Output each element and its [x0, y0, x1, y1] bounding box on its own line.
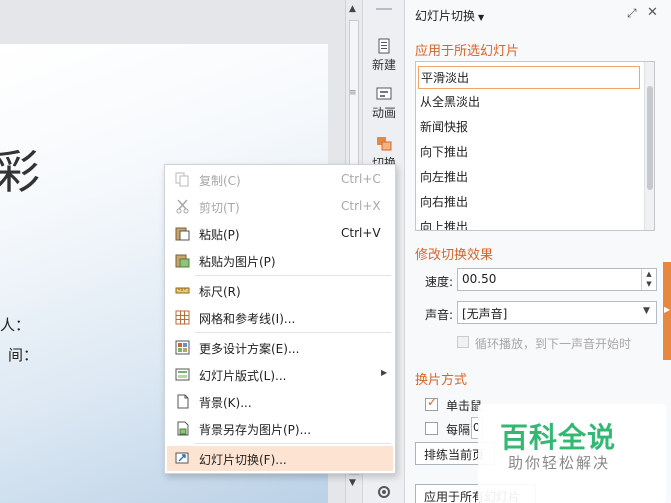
menu-item-label: 背景另存为图片(P)...	[199, 423, 312, 437]
menu-separator	[195, 443, 391, 444]
slide-title-text: 彩	[0, 145, 40, 199]
chevron-down-icon: ▼	[478, 13, 485, 22]
list-scrollbar-thumb[interactable]	[647, 86, 653, 190]
speed-input[interactable]: 00.50	[457, 268, 657, 291]
slide-transition-icon	[175, 452, 189, 464]
menu-item-label: 幻灯片切换(F)...	[199, 453, 287, 467]
list-item[interactable]: 新闻快报	[418, 116, 640, 139]
tab-new-label: 新建	[371, 58, 396, 72]
paste-as-picture-icon	[175, 254, 190, 268]
transition-list[interactable]: 平滑淡出 从全黑淡出 新闻快报 向下推出 向左推出 向右推出 向上推出	[415, 61, 655, 231]
pane-title[interactable]: 幻灯片切换 ▼	[415, 7, 484, 24]
menu-item-grid[interactable]: 网格和参考线(I)...	[167, 305, 393, 330]
close-icon[interactable]: ✕	[647, 5, 658, 20]
menu-item-more-designs[interactable]: 更多设计方案(E)...	[167, 335, 393, 360]
menu-item-shortcut: Ctrl+V	[341, 226, 381, 240]
menu-item-cut[interactable]: 剪切(T) Ctrl+X	[167, 194, 393, 219]
menu-item-label: 复制(C)	[199, 174, 241, 188]
on-click-label: 单击鼠	[446, 399, 483, 413]
grip-icon: ≡	[349, 88, 357, 98]
check-icon: ✓	[427, 395, 438, 409]
menu-item-paste[interactable]: 粘贴(P) Ctrl+V	[167, 221, 393, 246]
loop-label: 循环播放，到下一声音开始时	[475, 337, 632, 351]
menu-item-label: 粘贴(P)	[199, 228, 240, 242]
list-item[interactable]: 向下推出	[418, 141, 640, 164]
transition-icon	[377, 137, 392, 151]
menu-item-label: 背景(K)...	[199, 396, 252, 410]
tab-animation-label: 动画	[371, 106, 396, 120]
advance-header: 换片方式	[415, 373, 468, 388]
settings-icon	[378, 486, 390, 498]
context-menu: 复制(C) Ctrl+C 剪切(T) Ctrl+X 粘贴(P) Ctrl+V 粘…	[164, 164, 396, 474]
animation-icon	[376, 87, 392, 100]
menu-item-label: 更多设计方案(E)...	[199, 342, 300, 356]
menu-item-label: 幻灯片版式(L)...	[199, 369, 287, 383]
loop-checkbox[interactable]	[457, 336, 469, 348]
menu-item-ruler[interactable]: 标尺(R)	[167, 278, 393, 303]
paste-icon	[175, 227, 190, 241]
sound-select[interactable]: [无声音]	[457, 301, 657, 324]
menu-item-copy[interactable]: 复制(C) Ctrl+C	[167, 167, 393, 192]
copy-icon	[175, 172, 189, 187]
list-item[interactable]: 平滑淡出	[418, 66, 640, 89]
menu-item-shortcut: Ctrl+X	[341, 199, 381, 213]
menu-item-label: 粘贴为图片(P)	[199, 255, 276, 269]
scroll-down-icon[interactable]: ▼	[349, 478, 356, 488]
ruler-icon	[175, 287, 190, 294]
cut-icon	[176, 199, 189, 214]
menu-separator	[195, 275, 391, 276]
every-label: 每隔	[446, 423, 471, 437]
background-icon	[177, 394, 189, 409]
list-item[interactable]: 从全黑淡出	[418, 91, 640, 114]
menu-item-shortcut: Ctrl+C	[341, 172, 381, 186]
list-item[interactable]: 向左推出	[418, 166, 640, 189]
modify-effect-header: 修改切换效果	[415, 248, 494, 263]
tab-animation[interactable]: 动画	[363, 86, 405, 121]
watermark-slogan: 助你轻松解决	[508, 454, 611, 472]
tab-new[interactable]: 新建	[363, 38, 405, 73]
slide-text-line-2: 间：	[8, 346, 39, 364]
speed-label: 速度:	[425, 275, 454, 289]
dock-icon[interactable]: ⤢	[627, 6, 637, 21]
chevron-right-icon: ▶	[664, 305, 671, 314]
sound-label: 声音:	[425, 308, 454, 322]
list-item[interactable]: 向上推出	[418, 216, 640, 230]
list-item[interactable]: 向右推出	[418, 191, 640, 214]
menu-item-label: 剪切(T)	[199, 201, 240, 215]
watermark: 百科全说 助你轻松解决	[478, 404, 666, 503]
grid-icon	[175, 310, 190, 325]
menu-item-background[interactable]: 背景(K)...	[167, 389, 393, 414]
watermark-brand: 百科全说	[500, 421, 617, 454]
scroll-up-icon[interactable]: ▲	[349, 4, 356, 14]
list-scrollbar[interactable]	[644, 62, 654, 230]
menu-item-slide-transition[interactable]: 幻灯片切换(F)...	[167, 446, 393, 471]
menu-item-label: 网格和参考线(I)...	[199, 312, 296, 326]
pane-title-text: 幻灯片切换	[415, 9, 476, 23]
strip-handle[interactable]	[363, 8, 405, 10]
apply-selected-header: 应用于所选幻灯片	[415, 44, 520, 59]
menu-item-slide-layout[interactable]: 幻灯片版式(L)... ▶	[167, 362, 393, 387]
speed-spinner-icon[interactable]: ▲ ▼	[641, 269, 656, 290]
chevron-right-icon: ▶	[381, 368, 388, 377]
layout-icon	[175, 368, 190, 381]
tab-bottom[interactable]	[363, 484, 405, 502]
save-background-icon	[177, 421, 189, 436]
every-checkbox[interactable]	[425, 422, 438, 435]
chevron-down-icon[interactable]: ▼	[643, 306, 650, 316]
menu-separator	[195, 332, 391, 333]
menu-item-label: 标尺(R)	[199, 285, 241, 299]
slide-text-line-1: 人：	[0, 316, 31, 334]
new-slide-icon	[378, 38, 390, 54]
menu-item-paste-as-picture[interactable]: 粘贴为图片(P)	[167, 248, 393, 273]
design-icon	[175, 340, 190, 355]
menu-item-save-background[interactable]: 背景另存为图片(P)...	[167, 416, 393, 441]
